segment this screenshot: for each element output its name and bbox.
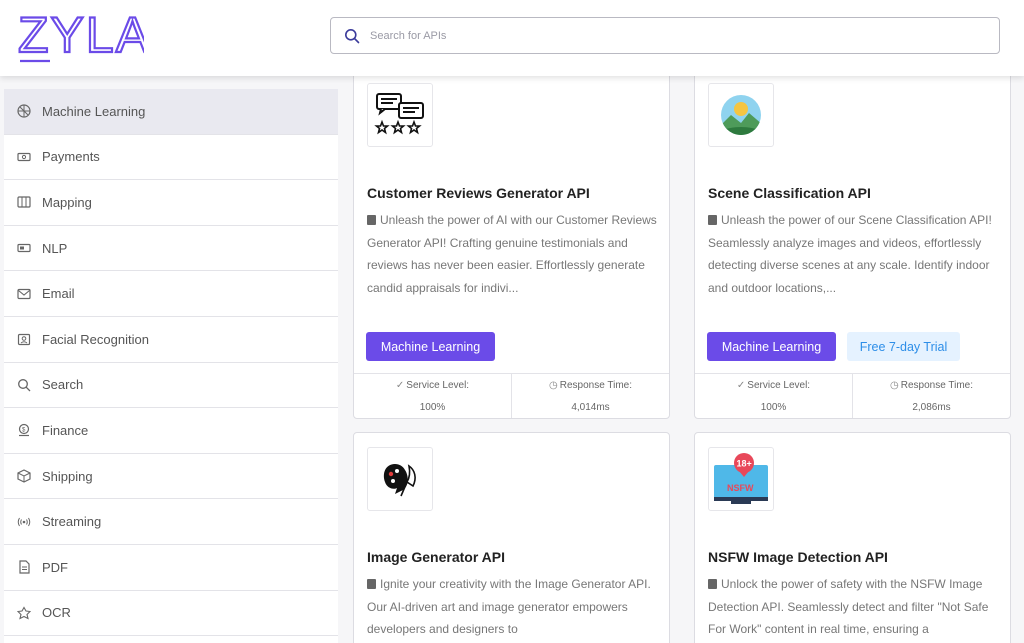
response-time-stat: ◷ Response Time: 2,086ms — [852, 374, 1010, 418]
card-title[interactable]: Image Generator API — [367, 549, 505, 565]
shipping-icon — [17, 469, 31, 483]
tag-machine-learning[interactable]: Machine Learning — [366, 332, 495, 361]
card-title[interactable]: Scene Classification API — [708, 185, 871, 201]
service-level-stat: ✓ Service Level: 100% — [695, 374, 852, 418]
clock-icon: ◷ — [549, 380, 558, 391]
finance-icon: $ — [17, 423, 31, 437]
svg-text:NSFW: NSFW — [727, 483, 754, 493]
check-icon: ✓ — [736, 380, 746, 391]
sidebar-item-label: Mapping — [42, 194, 92, 210]
sidebar-item-ocr[interactable]: OCR — [4, 591, 338, 637]
api-card-customer-reviews[interactable]: Customer Reviews Generator API Unleash t… — [353, 62, 670, 419]
tag-machine-learning[interactable]: Machine Learning — [707, 332, 836, 361]
response-time-label: Response Time: — [900, 380, 973, 391]
landscape-icon — [708, 83, 774, 147]
api-card-nsfw-detection[interactable]: 18+ NSFW NSFW Image Detection API Unlock… — [694, 432, 1011, 643]
tag-free-trial[interactable]: Free 7-day Trial — [847, 332, 960, 361]
svg-text:18+: 18+ — [737, 459, 752, 469]
service-level-value: 100% — [760, 402, 787, 413]
reviews-icon — [367, 83, 433, 147]
response-time-value: 2,086ms — [912, 402, 951, 413]
sidebar-item-email[interactable]: Email — [4, 271, 338, 317]
art-icon — [367, 447, 433, 511]
card-description: Ignite your creativity with the Image Ge… — [367, 577, 651, 637]
response-time-stat: ◷ Response Time: 4,014ms — [511, 374, 669, 418]
search-icon — [17, 378, 31, 392]
check-icon: ✓ — [395, 380, 405, 391]
card-stats: ✓ Service Level: 100% ◷ Response Time: 4,0… — [354, 373, 669, 418]
sidebar-item-streaming[interactable]: Streaming — [4, 499, 338, 545]
api-card-image-generator[interactable]: Image Generator API Ignite your creativi… — [353, 432, 670, 643]
pdf-icon — [17, 560, 31, 574]
card-description: Unlock the power of safety with the NSFW… — [708, 577, 989, 637]
category-sidebar: Machine Learning Payments Mapping NLP Em… — [4, 89, 338, 643]
book-icon — [708, 579, 717, 589]
search-bar[interactable] — [330, 17, 1000, 54]
sidebar-item-search[interactable]: Search — [4, 363, 338, 409]
book-icon — [367, 579, 376, 589]
book-icon — [367, 215, 376, 225]
response-time-label: Response Time: — [559, 380, 632, 391]
top-header: ZYLA — [0, 0, 1024, 76]
clock-icon: ◷ — [890, 380, 899, 391]
card-description: Unleash the power of our Scene Classific… — [708, 213, 992, 295]
sidebar-item-facial-recognition[interactable]: Facial Recognition — [4, 317, 338, 363]
search-icon — [345, 28, 360, 43]
sidebar-item-label: Machine Learning — [42, 103, 146, 119]
sidebar-item-shipping[interactable]: Shipping — [4, 454, 338, 500]
svg-text:ZYLA: ZYLA — [18, 7, 144, 63]
svg-text:$: $ — [22, 428, 26, 434]
card-title[interactable]: NSFW Image Detection API — [708, 549, 888, 565]
card-description: Unleash the power of AI with our Custome… — [367, 213, 657, 295]
nsfw-icon: 18+ NSFW — [708, 447, 774, 511]
sidebar-item-pdf[interactable]: PDF — [4, 545, 338, 591]
sidebar-item-machine-learning[interactable]: Machine Learning — [4, 89, 338, 135]
api-card-scene-classification[interactable]: Scene Classification API Unleash the pow… — [694, 62, 1011, 419]
service-level-label: Service Level: — [747, 380, 811, 391]
zyla-logo[interactable]: ZYLA — [18, 6, 144, 64]
sidebar-item-label: NLP — [42, 240, 68, 256]
sidebar-item-label: OCR — [42, 605, 71, 621]
sidebar-item-mapping[interactable]: Mapping — [4, 180, 338, 226]
response-time-value: 4,014ms — [571, 402, 610, 413]
service-level-label: Service Level: — [406, 380, 470, 391]
map-icon — [17, 195, 31, 209]
sidebar-item-label: Facial Recognition — [42, 331, 149, 347]
search-input[interactable] — [370, 29, 999, 42]
face-icon — [17, 332, 31, 346]
ml-icon — [17, 104, 31, 118]
sidebar-item-payments[interactable]: Payments — [4, 135, 338, 181]
sidebar-item-label: Shipping — [42, 468, 93, 484]
sidebar-item-label: Search — [42, 377, 84, 393]
sidebar-item-label: Streaming — [42, 514, 102, 530]
card-title[interactable]: Customer Reviews Generator API — [367, 185, 590, 201]
email-icon — [17, 287, 31, 301]
sidebar-item-label: Finance — [42, 422, 89, 438]
service-level-value: 100% — [419, 402, 446, 413]
sidebar-item-label: Payments — [42, 149, 100, 165]
ocr-icon — [17, 606, 31, 620]
card-stats: ✓ Service Level: 100% ◷ Response Time: 2,0… — [695, 373, 1010, 418]
sidebar-item-finance[interactable]: $ Finance — [4, 408, 338, 454]
sidebar-item-label: PDF — [42, 559, 68, 575]
streaming-icon — [17, 515, 31, 529]
sidebar-item-nlp[interactable]: NLP — [4, 226, 338, 272]
service-level-stat: ✓ Service Level: 100% — [354, 374, 511, 418]
nlp-icon — [17, 241, 31, 255]
book-icon — [708, 215, 717, 225]
payments-icon — [17, 150, 31, 164]
sidebar-item-label: Email — [42, 286, 75, 302]
